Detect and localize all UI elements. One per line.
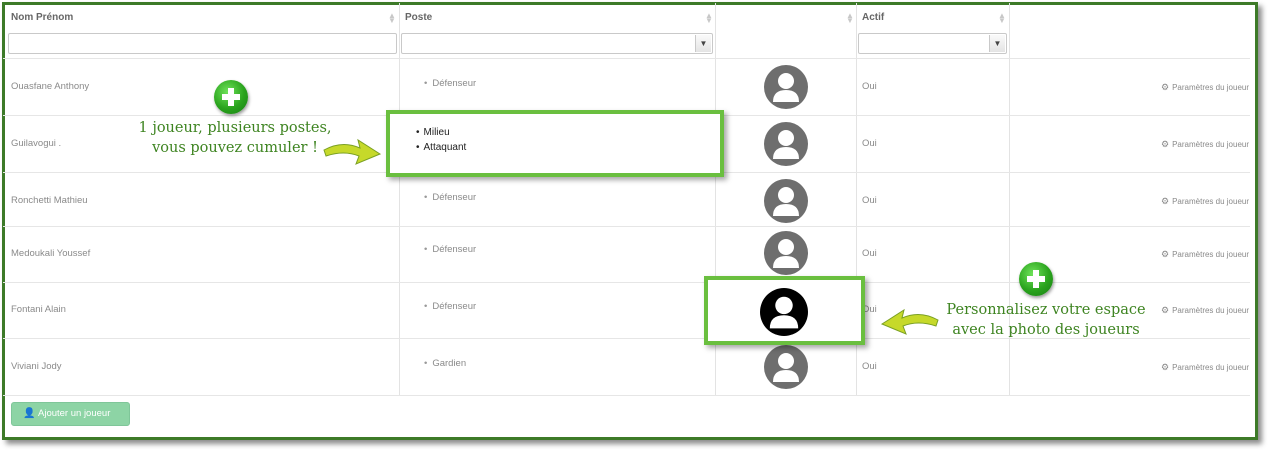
add-player-label: Ajouter un joueur bbox=[38, 408, 111, 419]
settings-link[interactable]: ⚙ Paramètres du joueur bbox=[1161, 82, 1249, 93]
player-avatar-icon[interactable] bbox=[760, 288, 808, 336]
poste-item: • Défenseur bbox=[424, 78, 477, 89]
gear-icon: ⚙ bbox=[1161, 139, 1170, 149]
actif-value: Oui bbox=[862, 195, 877, 206]
player-name[interactable]: Guilavogui . bbox=[11, 138, 61, 149]
row-divider bbox=[3, 282, 1250, 283]
settings-link[interactable]: ⚙ Paramètres du joueur bbox=[1161, 196, 1249, 207]
row-divider bbox=[3, 395, 1250, 396]
gear-icon: ⚙ bbox=[1161, 82, 1170, 92]
player-name[interactable]: Viviani Jody bbox=[11, 361, 62, 372]
actif-value: Oui bbox=[862, 248, 877, 259]
settings-link[interactable]: ⚙ Paramètres du joueur bbox=[1161, 362, 1249, 373]
player-name[interactable]: Medoukali Youssef bbox=[11, 248, 90, 259]
name-filter-input[interactable] bbox=[8, 33, 397, 54]
poste-item: • Gardien bbox=[424, 358, 467, 369]
actif-value: Oui bbox=[862, 81, 877, 92]
header-nom-prenom[interactable]: Nom Prénom bbox=[11, 12, 73, 23]
actif-value: Oui bbox=[862, 138, 877, 149]
row-divider bbox=[3, 226, 1250, 227]
header-poste[interactable]: Poste bbox=[405, 12, 432, 23]
settings-link[interactable]: ⚙ Paramètres du joueur bbox=[1161, 249, 1249, 260]
poste-item: • Défenseur bbox=[424, 244, 477, 255]
multi-poste-highlight: Milieu Attaquant bbox=[386, 110, 724, 177]
player-avatar-icon[interactable] bbox=[764, 231, 808, 275]
poste-item: Attaquant bbox=[416, 140, 467, 155]
table-frame bbox=[2, 2, 1258, 440]
player-avatar-icon[interactable] bbox=[764, 179, 808, 223]
player-name[interactable]: Ronchetti Mathieu bbox=[11, 195, 88, 206]
settings-link[interactable]: ⚙ Paramètres du joueur bbox=[1161, 139, 1249, 150]
chevron-down-icon[interactable]: ▼ bbox=[695, 35, 711, 52]
sort-icon[interactable]: ▲ ▼ bbox=[998, 12, 1006, 25]
actif-filter-select[interactable]: ▼ bbox=[858, 33, 1007, 54]
player-name[interactable]: Ouasfane Anthony bbox=[11, 81, 89, 92]
poste-item: Milieu bbox=[416, 125, 466, 140]
add-user-icon: 👤 bbox=[23, 408, 36, 419]
chevron-down-icon[interactable]: ▼ bbox=[989, 35, 1005, 52]
settings-link[interactable]: ⚙ Paramètres du joueur bbox=[1161, 305, 1249, 316]
plus-icon bbox=[1019, 262, 1053, 296]
callout-photo: Personnalisez votre espace avec la photo… bbox=[946, 302, 1146, 338]
gear-icon: ⚙ bbox=[1161, 196, 1170, 206]
plus-icon bbox=[214, 80, 248, 114]
row-divider bbox=[3, 58, 1250, 59]
sort-icon[interactable]: ▲ ▼ bbox=[846, 12, 854, 25]
gear-icon: ⚙ bbox=[1161, 305, 1170, 315]
sort-icon[interactable]: ▲ ▼ bbox=[388, 12, 396, 25]
photo-highlight bbox=[704, 276, 865, 345]
gear-icon: ⚙ bbox=[1161, 249, 1170, 259]
header-actif[interactable]: Actif bbox=[862, 12, 884, 23]
player-avatar-icon[interactable] bbox=[764, 65, 808, 109]
player-name[interactable]: Fontani Alain bbox=[11, 304, 66, 315]
arrow-right-icon bbox=[323, 138, 382, 165]
actif-value: Oui bbox=[862, 361, 877, 372]
poste-item: • Défenseur bbox=[424, 301, 477, 312]
player-avatar-icon[interactable] bbox=[764, 345, 808, 389]
callout-postes: 1 joueur, plusieurs postes, vous pouvez … bbox=[138, 120, 332, 156]
player-avatar-icon[interactable] bbox=[764, 122, 808, 166]
column-divider bbox=[399, 3, 400, 395]
arrow-left-icon bbox=[880, 308, 939, 335]
poste-filter-select[interactable]: ▼ bbox=[401, 33, 713, 54]
sort-icon[interactable]: ▲ ▼ bbox=[705, 12, 713, 25]
poste-item: • Défenseur bbox=[424, 192, 477, 203]
gear-icon: ⚙ bbox=[1161, 362, 1170, 372]
add-player-button[interactable]: 👤 Ajouter un joueur bbox=[11, 402, 130, 426]
